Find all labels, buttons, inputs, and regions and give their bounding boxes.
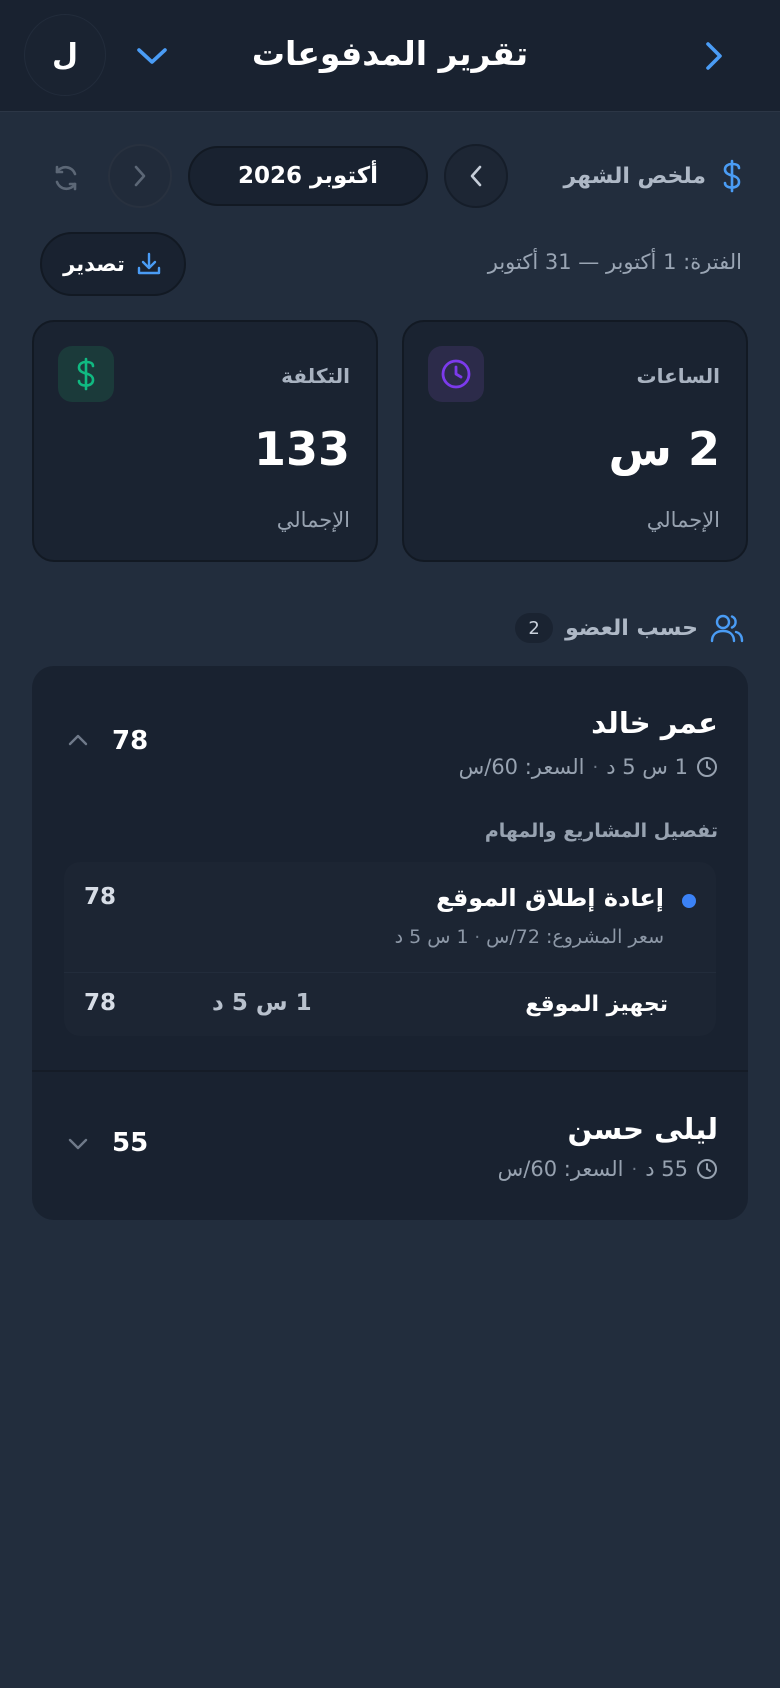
chevron-down-icon <box>68 1138 88 1150</box>
chevron-up-icon <box>68 734 88 746</box>
member-rate: السعر: 60/س <box>497 1157 624 1181</box>
clock-icon <box>697 757 717 777</box>
member-meta: 1 س 5 د · السعر: 60/س <box>459 752 718 782</box>
member-time: 55 د <box>645 1157 688 1181</box>
export-button[interactable]: تصدير <box>40 232 186 296</box>
hours-label: الساعات <box>636 364 721 388</box>
member-meta: 55 د · السعر: 60/س <box>498 1154 718 1184</box>
project-color-dot <box>682 894 696 908</box>
members-section-title: حسب العضو <box>565 615 698 641</box>
month-summary-text: ملخص الشهر <box>563 163 706 189</box>
member-time: 1 س 5 د <box>606 755 688 779</box>
member-name[interactable]: عمر خالد <box>591 706 718 740</box>
project-total: 78 <box>84 884 117 910</box>
cost-icon-badge <box>58 346 114 402</box>
task-name: تجهيز الموقع <box>525 992 668 1017</box>
collapse-button[interactable] <box>66 728 90 752</box>
download-icon <box>137 252 161 275</box>
cost-label: التكلفة <box>281 364 350 388</box>
page-title: تقرير المدفوعات <box>251 34 529 73</box>
cost-value: 133 <box>253 422 350 476</box>
cost-stat-card: التكلفة 133 الإجمالي <box>32 320 378 562</box>
project-rate: سعر المشروع: 72/س <box>486 926 664 948</box>
hours-stat-card: الساعات 2 س الإجمالي <box>402 320 748 562</box>
hours-icon-badge <box>428 346 484 402</box>
breakdown-title: تفصيل المشاريع والمهام <box>484 820 718 842</box>
chevron-down-icon <box>137 48 167 64</box>
separator-dot: · <box>592 756 599 778</box>
refresh-button[interactable] <box>46 158 86 198</box>
expand-button[interactable] <box>66 1132 90 1156</box>
cost-sub: الإجمالي <box>276 508 350 532</box>
task-total: 78 <box>84 990 117 1016</box>
dollar-icon <box>723 159 741 193</box>
export-label: تصدير <box>63 252 125 276</box>
avatar[interactable]: ل <box>24 14 106 96</box>
month-summary-label: ملخص الشهر <box>563 154 744 198</box>
month-selector[interactable]: أكتوبر 2026 <box>188 146 428 206</box>
project-breakdown: إعادة إطلاق الموقع 78 سعر المشروع: 72/س … <box>64 862 716 1036</box>
chevron-left-icon <box>470 165 482 187</box>
members-section-header: حسب العضو 2 <box>515 608 744 648</box>
member-total: 78 <box>112 726 149 756</box>
clock-icon <box>441 359 471 389</box>
separator-dot: · <box>631 1158 638 1180</box>
members-list: عمر خالد 1 س 5 د · السعر: 60/س 78 تفصيل … <box>32 666 748 1220</box>
members-count-badge: 2 <box>515 613 554 643</box>
chevron-right-icon <box>134 165 146 187</box>
hours-sub: الإجمالي <box>646 508 720 532</box>
refresh-icon <box>55 165 77 191</box>
dollar-icon <box>77 357 95 391</box>
dropdown-button[interactable] <box>130 36 174 76</box>
app-header: تقرير المدفوعات ل <box>0 0 780 112</box>
users-icon <box>710 614 744 643</box>
next-month-button[interactable] <box>108 144 172 208</box>
project-meta: سعر المشروع: 72/س · 1 س 5 د <box>395 926 664 948</box>
previous-month-button[interactable] <box>444 144 508 208</box>
clock-icon <box>697 1159 717 1179</box>
period-range: الفترة: 1 أكتوبر — 31 أكتوبر <box>487 250 742 274</box>
divider <box>32 1070 748 1072</box>
project-time: 1 س 5 د <box>394 926 469 948</box>
member-name[interactable]: ليلى حسن <box>567 1112 718 1146</box>
hours-value: 2 س <box>608 422 720 476</box>
task-time: 1 س 5 د <box>212 990 312 1016</box>
member-total: 55 <box>112 1128 149 1158</box>
separator-dot: · <box>468 927 481 948</box>
divider <box>64 972 716 973</box>
member-rate: السعر: 60/س <box>458 755 585 779</box>
project-name: إعادة إطلاق الموقع <box>436 884 664 912</box>
